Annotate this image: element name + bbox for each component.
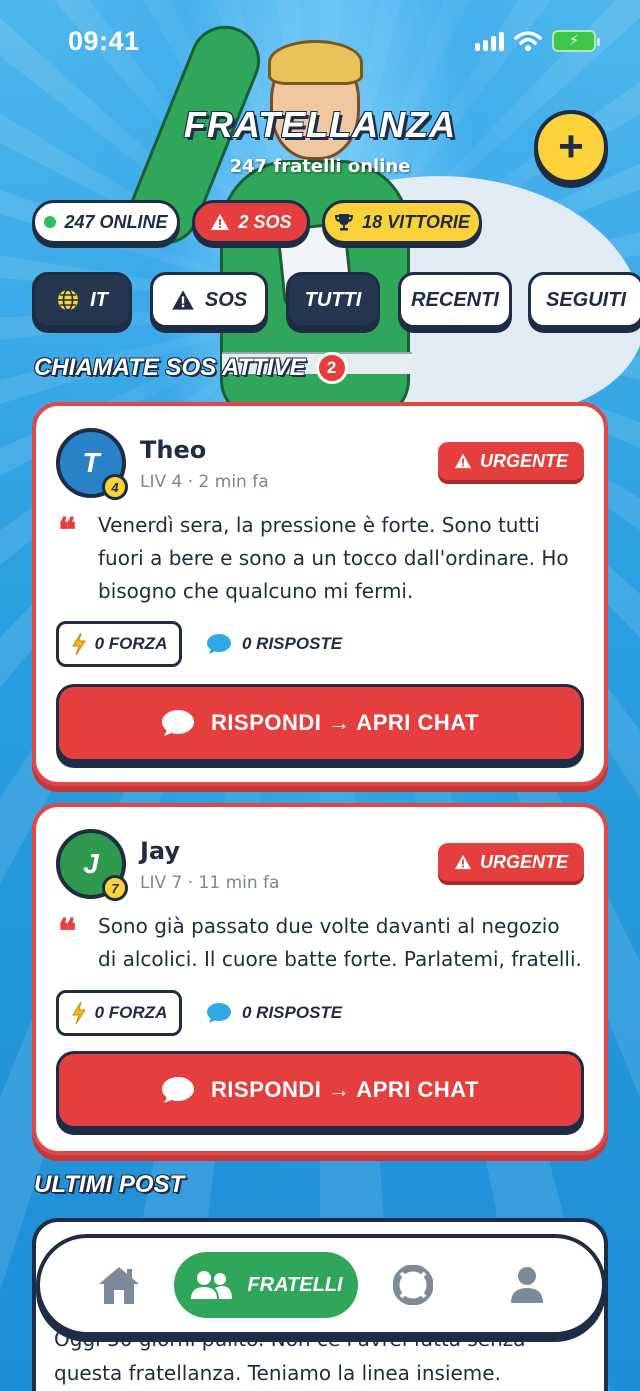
status-bar: 09:41 ⚡ — [0, 0, 640, 80]
urgent-label: URGENTE — [479, 851, 568, 872]
filter-recent-label: RECENTI — [411, 288, 499, 311]
online-count-chip: 247 ONLINE — [32, 200, 180, 244]
chat-bubble-icon — [207, 634, 231, 654]
users-icon — [191, 1271, 233, 1299]
online-count-label: 247 ONLINE — [64, 211, 168, 232]
battery-charging-icon: ⚡ — [552, 30, 600, 52]
sos-message: Venerdì sera, la pressione è forte. Sono… — [98, 513, 569, 603]
sos-card: J 7 Jay LIV 7 · 11 min fa URGENTE ❝ Sono… — [32, 803, 608, 1155]
trophy-icon — [335, 214, 354, 231]
filter-following[interactable]: SEGUITI — [528, 272, 640, 328]
filter-sos-label: SOS — [204, 288, 248, 311]
sos-section-heading: CHIAMATE SOS ATTIVE 2 — [34, 352, 348, 384]
replies-label: 0 RISPOSTE — [242, 634, 343, 653]
sos-count-chip[interactable]: 2 SOS — [192, 200, 310, 244]
lifebuoy-icon — [393, 1265, 433, 1305]
replies-label: 0 RISPOSTE — [242, 1003, 343, 1022]
quote-icon: ❝ — [58, 912, 77, 952]
post-meta: LIV 4 · 2 min fa — [140, 472, 269, 492]
wifi-icon — [514, 31, 542, 51]
avatar-initial: J — [83, 848, 99, 879]
warning-icon — [211, 214, 230, 230]
latest-posts-title: ULTIMI POST — [34, 1171, 185, 1198]
warning-icon — [172, 290, 194, 310]
author-name[interactable]: Jay — [140, 837, 180, 865]
globe-icon — [58, 289, 79, 311]
nav-profile[interactable] — [494, 1252, 560, 1318]
replies-count[interactable]: 0 RISPOSTE — [206, 621, 342, 667]
avatar-initial: T — [82, 447, 100, 478]
post-meta: LIV 7 · 11 min fa — [140, 873, 280, 893]
reply-button-label: RISPONDI → APRI CHAT — [211, 710, 479, 735]
level-badge: 4 — [102, 474, 128, 500]
quote-icon: ❝ — [58, 511, 77, 551]
urgent-badge: URGENTE — [437, 442, 584, 480]
avatar[interactable]: J 7 — [56, 829, 128, 901]
reply-open-chat-button[interactable]: RISPONDI → APRI CHAT — [56, 1051, 584, 1129]
reply-open-chat-button[interactable]: RISPONDI → APRI CHAT — [56, 684, 584, 762]
sos-count-label: 2 SOS — [238, 211, 292, 232]
user-icon — [511, 1267, 543, 1303]
filter-all-label: TUTTI — [304, 288, 362, 311]
add-post-button[interactable]: + — [534, 110, 608, 184]
nav-support[interactable] — [380, 1252, 446, 1318]
chat-bubble-icon — [162, 710, 195, 736]
status-time: 09:41 — [68, 26, 140, 56]
urgent-label: URGENTE — [479, 450, 568, 471]
lightning-icon — [71, 1001, 86, 1025]
avatar[interactable]: T 4 — [56, 428, 128, 500]
force-count: 0 FORZA — [94, 634, 168, 653]
filter-all[interactable]: TUTTI — [286, 272, 380, 328]
filter-following-label: SEGUITI — [545, 288, 626, 311]
home-icon — [99, 1267, 139, 1304]
sos-message: Sono già passato due volte davanti al ne… — [98, 914, 582, 971]
nav-fratelli[interactable]: FRATELLI — [174, 1252, 358, 1318]
force-count: 0 FORZA — [94, 1003, 168, 1022]
sos-section-title: CHIAMATE SOS ATTIVE — [34, 354, 306, 381]
plus-icon: + — [558, 122, 584, 171]
filter-recent[interactable]: RECENTI — [398, 272, 512, 328]
warning-icon — [454, 854, 471, 870]
lightning-icon — [71, 632, 86, 656]
urgent-badge: URGENTE — [437, 843, 584, 881]
cellular-signal-icon — [475, 31, 504, 51]
victories-chip[interactable]: 18 VITTORIE — [322, 200, 482, 244]
nav-home[interactable] — [86, 1252, 152, 1318]
replies-count[interactable]: 0 RISPOSTE — [206, 990, 342, 1036]
sos-section-count: 2 — [315, 352, 348, 384]
filter-language-label: IT — [90, 288, 108, 311]
latest-posts-heading: ULTIMI POST — [34, 1171, 184, 1199]
victories-label: 18 VITTORIE — [362, 211, 470, 232]
warning-icon — [454, 453, 471, 469]
sos-card: T 4 Theo LIV 4 · 2 min fa URGENTE ❝ Vene… — [32, 402, 608, 786]
status-icons: ⚡ — [475, 30, 600, 52]
filter-language[interactable]: IT — [32, 272, 132, 328]
nav-fratelli-label: FRATELLI — [247, 1273, 343, 1296]
chat-bubble-icon — [207, 1003, 231, 1023]
chat-bubble-icon — [162, 1077, 195, 1103]
level-badge: 7 — [102, 875, 128, 901]
force-button[interactable]: 0 FORZA — [56, 990, 182, 1036]
online-dot-icon — [44, 216, 57, 228]
bottom-navigation: FRATELLI — [36, 1234, 606, 1336]
reply-button-label: RISPONDI → APRI CHAT — [211, 1077, 479, 1102]
force-button[interactable]: 0 FORZA — [56, 621, 182, 667]
author-name[interactable]: Theo — [140, 436, 206, 464]
filter-sos[interactable]: SOS — [150, 272, 268, 328]
